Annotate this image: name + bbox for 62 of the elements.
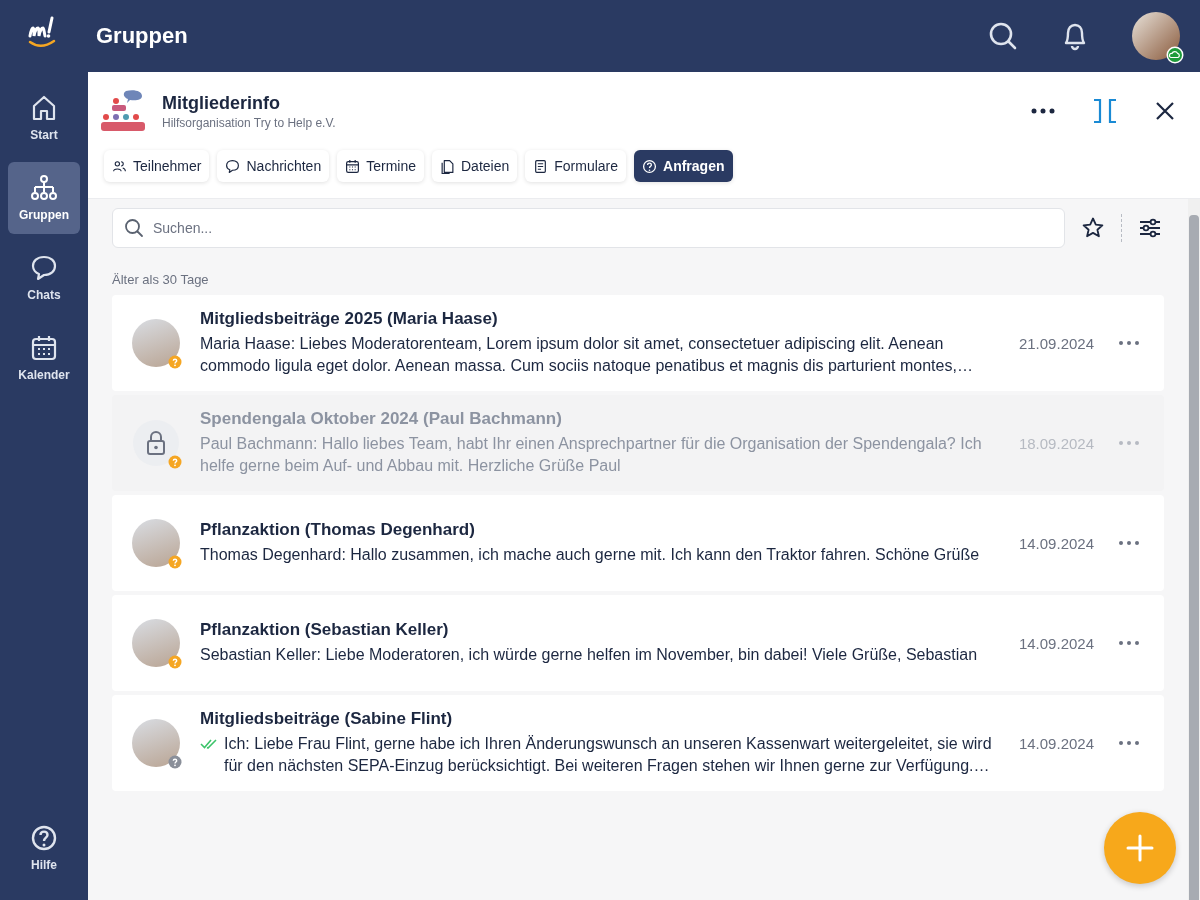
request-item[interactable]: Pflanzaktion (Sebastian Keller) Sebastian Keller: Liebe Moderatoren, ich würde gerne helfen im November, bin dabei! Viele Grüße, Sebastian 14.09.2024 <box>112 595 1164 691</box>
section-label: Älter als 30 Tage <box>112 272 210 287</box>
date: 18.09.2024 <box>1018 434 1094 452</box>
calendar-icon <box>30 334 58 362</box>
cloud-check-icon <box>1166 46 1184 64</box>
speech-bubble-icon <box>225 158 241 174</box>
message-preview: Maria Haase: Liebes Moderatorenteam, Lorem ipsum dolor sit amet, consectetuer adipiscing elit. Aenean commodo ligula eget dolor. Aenean massa. Cum sociis natoque penatibus et magnis dis parturient montes,… <box>200 334 974 376</box>
tab[interactable]: Formulare <box>525 150 627 182</box>
speech-bubble-icon <box>30 254 58 282</box>
home-icon <box>30 94 58 122</box>
request-title: Mitgliedsbeiträge (Sabine Flint) <box>200 709 454 729</box>
sidebar-item[interactable]: Kalender <box>8 322 80 394</box>
message-preview: Ich: Liebe Frau Flint, gerne habe ich Ihren Änderungswunsch an unseren Kassenwart weitergeleitet, sie wird für den nächsten SEPA-Einzug berücksichtigt. Bei weiteren Fragen stehen wir Ihnen gerne zur Verfügung.… <box>224 734 993 776</box>
avatar <box>132 719 180 767</box>
request-title: Spendengala Oktober 2024 (Paul Bachmann) <box>200 409 563 429</box>
organization-name: Hilfsorganisation Try to Help e.V. <box>162 115 336 130</box>
avatar <box>132 319 180 367</box>
close-icon[interactable] <box>1154 100 1176 122</box>
group-name: Mitgliederinfo <box>162 92 281 114</box>
request-title: Pflanzaktion (Thomas Degenhard) <box>200 520 476 540</box>
people-icon <box>112 158 127 174</box>
request-item[interactable] <box>112 695 1164 791</box>
date: 14.09.2024 <box>1018 634 1094 652</box>
plus-icon <box>1126 834 1154 862</box>
sidebar-item[interactable]: Start <box>8 82 80 154</box>
tab[interactable]: Dateien <box>432 150 518 182</box>
tab[interactable]: Termine <box>337 150 424 182</box>
document-icon <box>440 158 455 174</box>
tab[interactable]: Teilnehmer <box>104 150 210 182</box>
sidebar-item[interactable]: Chats <box>8 242 80 314</box>
date: 21.09.2024 <box>1018 334 1094 352</box>
group-logo-drawing <box>100 89 148 133</box>
page-title: Gruppen <box>96 23 188 49</box>
help-button[interactable]: Hilfe <box>8 812 80 884</box>
tab[interactable]: Anfragen <box>634 150 733 182</box>
message-preview: Sebastian Keller: Liebe Moderatoren, ich würde gerne helfen im November, bin dabei! Viele Grüße, Sebastian <box>200 645 978 665</box>
message-preview: Thomas Degenhard: Hallo zusammen, ich mache auch gerne mit. Ich kann den Traktor fahren. Schöne Grüße <box>200 545 980 565</box>
calendar-icon <box>345 158 361 174</box>
question-icon <box>642 158 658 174</box>
request-title: Mitgliedsbeiträge 2025 (Maria Haase) <box>200 309 499 329</box>
message-preview: Paul Bachmann: Hallo liebes Team, habt Ihr einen Ansprechpartner für die Organisation der Spendengala? Ich helfe gerne beim Auf- und Abbau mit. Herzliche Grüße Paul <box>200 434 983 476</box>
request-title: Pflanzaktion (Sebastian Keller) <box>200 620 450 640</box>
search-icon[interactable] <box>988 21 1018 51</box>
collapse-icon[interactable] <box>1092 98 1118 124</box>
tab[interactable]: Nachrichten <box>217 150 330 182</box>
date: 14.09.2024 <box>1018 734 1094 752</box>
scrollbar-thumb[interactable] <box>1189 215 1199 900</box>
request-item[interactable] <box>112 295 1164 391</box>
request-item[interactable]: Pflanzaktion (Thomas Degenhard) Thomas Degenhard: Hallo zusammen, ich mache auch gerne mit. Ich kann den Traktor fahren. Schöne Grüße 14.09.2024 <box>112 495 1164 591</box>
avatar <box>132 519 180 567</box>
form-icon <box>533 158 549 174</box>
sidebar-item[interactable]: Gruppen <box>8 162 80 234</box>
more-icon[interactable] <box>1030 107 1056 115</box>
search-icon <box>124 218 144 238</box>
avatar <box>132 619 180 667</box>
date: 14.09.2024 <box>1018 534 1094 552</box>
hierarchy-icon <box>30 174 58 202</box>
filter-sliders-icon[interactable] <box>1138 216 1162 240</box>
search-field[interactable]: Suchen... <box>112 208 1065 248</box>
lock-icon <box>132 419 180 467</box>
question-icon <box>30 824 58 852</box>
star-icon[interactable] <box>1081 216 1105 240</box>
